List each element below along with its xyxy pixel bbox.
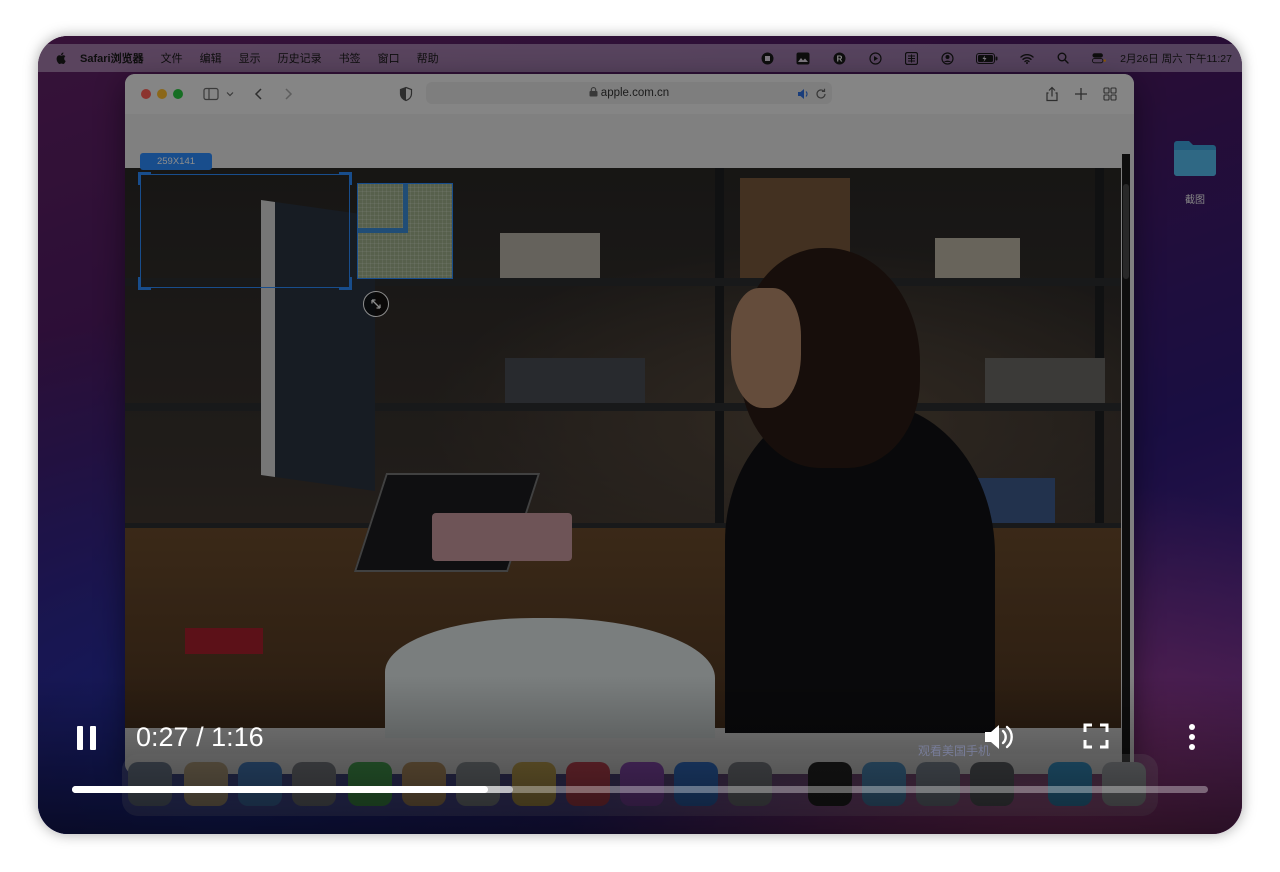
more-options-button[interactable] [1180,722,1204,752]
page-caption: 观看美国手机 [918,744,991,758]
volume-icon[interactable] [981,720,1017,754]
playback-time: 0:27 / 1:16 [136,719,264,755]
more-vert-icon [1189,724,1195,730]
fullscreen-icon[interactable] [1082,722,1110,750]
time-separator: / [196,722,204,752]
progress-bar[interactable] [72,786,1208,793]
screen-frame: Safari浏览器 文件 编辑 显示 历史记录 书签 窗口 帮助 R 2月26日… [38,36,1242,834]
pause-icon [77,726,83,750]
pause-button[interactable] [74,722,100,752]
current-time: 0:27 [136,722,189,752]
progress-played [72,786,488,793]
duration: 1:16 [211,722,264,752]
